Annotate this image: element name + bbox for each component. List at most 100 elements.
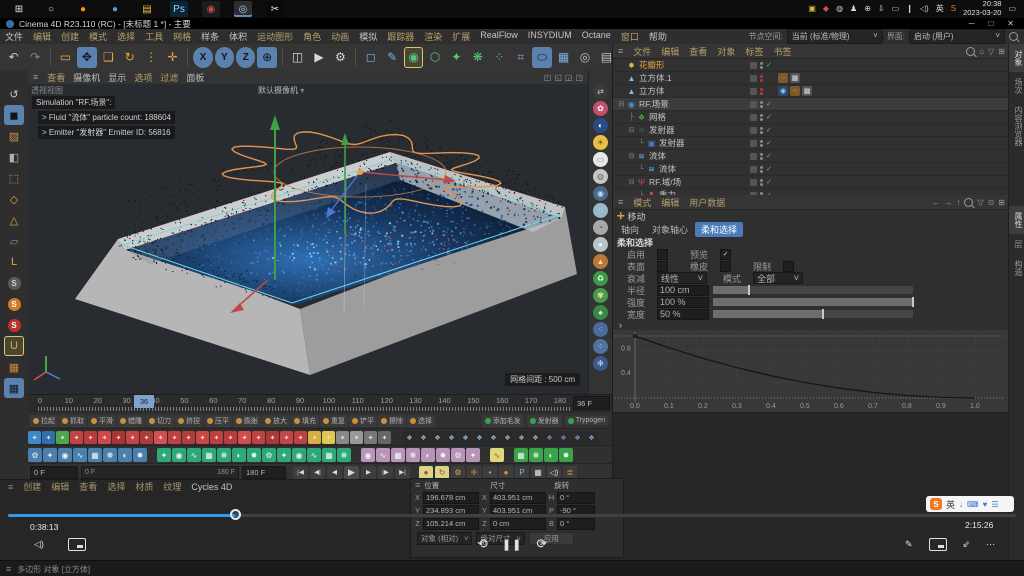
brush-icon-8[interactable]: ✦ <box>126 431 139 444</box>
sculpt-tool-挤捏[interactable]: 挤捏 <box>175 415 203 427</box>
card-preset-icon[interactable]: ▭ <box>593 152 608 167</box>
tool-添加毛发[interactable]: 添加毛发 <box>482 415 524 427</box>
am-up-icon[interactable]: ↑ <box>956 198 960 207</box>
status-menu-icon[interactable]: ≡ <box>0 564 17 574</box>
soft-启用-checkbox[interactable] <box>657 249 668 260</box>
om-menu-书签[interactable]: 书签 <box>768 45 796 58</box>
side-tab-场次[interactable]: 场次 <box>1009 72 1024 100</box>
om-menu-文件[interactable]: 文件 <box>628 45 656 58</box>
material-menu-编辑[interactable]: 编辑 <box>47 480 73 493</box>
live-selection-tool[interactable]: ▭ <box>56 47 75 68</box>
sogou-logo-icon[interactable]: S <box>930 498 942 510</box>
menu-体积[interactable]: 体积 <box>224 30 252 43</box>
editor-render-dots[interactable] <box>760 88 763 95</box>
sculpt-tool-压平[interactable]: 压平 <box>204 415 232 427</box>
coord-value-H-0[interactable]: 0 ° <box>557 492 595 504</box>
frame-range-slider[interactable]: 0 F 180 F <box>81 466 239 479</box>
gizmo-center-handle[interactable] <box>357 169 363 175</box>
brush-icon-16[interactable]: ✦ <box>238 431 251 444</box>
snap-button[interactable]: U <box>4 336 24 356</box>
tree-preset-icon[interactable]: ♠ <box>593 305 608 320</box>
chrome-icon[interactable]: ● <box>106 1 124 17</box>
layer-toggle[interactable] <box>750 127 757 134</box>
brush-icon-9[interactable]: ✦ <box>140 431 153 444</box>
brush-icon-6[interactable]: ✦ <box>98 431 111 444</box>
brush-icon-3[interactable]: ✦ <box>56 431 69 444</box>
宽度-slider-handle[interactable] <box>822 309 824 319</box>
flower-preset-icon[interactable]: ✾ <box>593 288 608 303</box>
menu-扩展[interactable]: 扩展 <box>447 30 475 43</box>
soft-预览-checkbox[interactable]: ✓ <box>720 249 731 260</box>
soft-橡皮-checkbox[interactable] <box>720 261 731 272</box>
mixer-preset-icon[interactable]: ⇄ <box>593 84 608 99</box>
play-button[interactable]: ▶ <box>344 466 359 479</box>
brush-icon-23[interactable]: ✦ <box>336 431 349 444</box>
constraint-icon-12[interactable]: ❖ <box>557 431 570 444</box>
tool-发射器[interactable]: 发射器 <box>527 415 562 427</box>
om-search-icon[interactable] <box>966 47 975 56</box>
lock-y-axis[interactable]: Y <box>215 47 234 68</box>
collapse-icon[interactable]: ⊟ <box>617 100 626 108</box>
rose-preset-icon[interactable]: ✿ <box>593 101 608 116</box>
tree-row-立方体.1[interactable]: ▲立方体.1⁘▩ <box>613 72 1009 85</box>
sculpt-tool-选择[interactable]: 选择 <box>407 415 435 427</box>
gpu-tray-icon[interactable]: ▣ <box>808 5 816 13</box>
video-progress-handle[interactable] <box>230 509 241 520</box>
last-used-tool[interactable]: ⋮ <box>141 47 160 68</box>
goto-start-button[interactable]: |◀ <box>293 466 308 479</box>
am-filter-icon[interactable]: ▽ <box>977 198 983 207</box>
prev-frame-button[interactable]: ◀ <box>327 466 342 479</box>
brush-icon-4[interactable]: ✦ <box>70 431 83 444</box>
om-home-icon[interactable]: ⌂ <box>979 47 984 56</box>
material-menu-icon[interactable]: ≡ <box>4 482 17 492</box>
强度-slider[interactable] <box>713 298 913 306</box>
editor-render-dots[interactable] <box>760 179 763 186</box>
plus-tool[interactable]: ✛ <box>163 47 182 68</box>
photoshop-icon[interactable]: Ps <box>170 1 188 17</box>
key-position-button[interactable]: ✛ <box>467 466 481 479</box>
quantize-button[interactable]: ▦ <box>4 357 24 377</box>
simulate-blue-group-7[interactable]: ◐ <box>118 448 132 462</box>
constraint-icon-9[interactable]: ❖ <box>515 431 528 444</box>
prev-key-button[interactable]: ◀| <box>310 466 325 479</box>
brush-icon-22[interactable]: ✦ <box>322 431 335 444</box>
ime-keyboard-icon[interactable]: ⌨ <box>967 500 979 509</box>
rotate-tool[interactable]: ↻ <box>120 47 139 68</box>
editor-render-dots[interactable] <box>760 127 763 134</box>
generators-menu[interactable]: ⬡ <box>425 47 444 68</box>
constraint-icon-11[interactable]: ❖ <box>543 431 556 444</box>
key-scale-button[interactable]: ▪ <box>483 466 497 479</box>
editor-render-dots[interactable] <box>760 101 763 108</box>
constraint-icon-3[interactable]: ❖ <box>431 431 444 444</box>
enable-check[interactable]: ✓ <box>766 178 774 186</box>
particles-green-group-4[interactable]: ▦ <box>202 448 216 462</box>
simulate-menu[interactable]: ⬭ <box>532 47 551 68</box>
tree-row-流体[interactable]: └≋流体✓ <box>613 163 1009 176</box>
particles-green-group-13[interactable]: ❋ <box>337 448 351 462</box>
sculpt-tool-擦除[interactable]: 擦除 <box>378 415 406 427</box>
earth-preset-icon[interactable]: ◉ <box>593 186 608 201</box>
edges-mode-button[interactable]: ◇ <box>4 189 24 209</box>
tree-row-花瓣形[interactable]: ✸花瓣形✓ <box>613 59 1009 72</box>
brush-icon-7[interactable]: ✦ <box>112 431 125 444</box>
search-icon[interactable] <box>1009 32 1018 41</box>
ime-menu-icon[interactable]: ☰ <box>991 500 998 509</box>
constraint-icon-6[interactable]: ❖ <box>473 431 486 444</box>
coord-value-Z-2[interactable]: 105.214 cm <box>423 518 479 530</box>
editor-render-dots[interactable] <box>760 192 763 196</box>
brush-icon-10[interactable]: ✦ <box>154 431 167 444</box>
brush-icon-24[interactable]: ✦ <box>350 431 363 444</box>
editor-render-dots[interactable] <box>760 114 763 121</box>
particles-green-group-7[interactable]: ✸ <box>247 448 261 462</box>
brush-icon-2[interactable]: ✦ <box>42 431 55 444</box>
particles-green-group-12[interactable]: ▦ <box>322 448 336 462</box>
sculpt-tool-铲平[interactable]: 铲平 <box>349 415 377 427</box>
collapse-icon[interactable]: ⊟ <box>627 152 636 160</box>
menu-跟踪器[interactable]: 跟踪器 <box>382 30 419 43</box>
collapse-icon[interactable]: ⊟ <box>627 178 636 186</box>
tree-row-重力[interactable]: └❚重力✓ <box>613 189 1009 195</box>
dynamics-pink-group-2[interactable]: ∿ <box>376 448 390 462</box>
am-search-icon[interactable] <box>964 198 973 207</box>
menu-运动图形[interactable]: 运动图形 <box>252 30 298 43</box>
particles-preset-3-icon[interactable]: ❉ <box>593 356 608 371</box>
